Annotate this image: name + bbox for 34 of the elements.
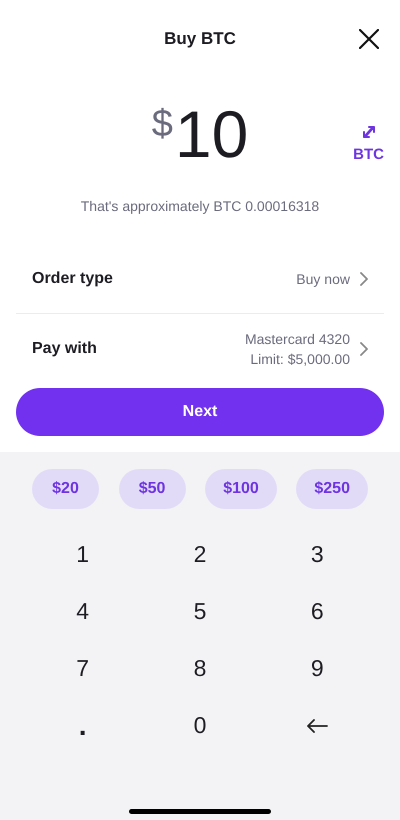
row-value: Buy now bbox=[296, 270, 350, 288]
keypad-key[interactable]: 0 bbox=[141, 697, 259, 754]
keypad-key[interactable]: 3 bbox=[258, 526, 376, 583]
currency-toggle[interactable]: BTC bbox=[353, 123, 384, 162]
preset-amount-chip[interactable]: $20 bbox=[32, 469, 99, 509]
row-label: Pay with bbox=[32, 339, 97, 359]
screen-title: Buy BTC bbox=[164, 28, 236, 50]
row-value: Limit: $5,000.00 bbox=[250, 350, 350, 369]
currency-symbol: $ bbox=[152, 105, 173, 143]
row-label: Order type bbox=[32, 268, 113, 288]
chevron-right-icon bbox=[360, 342, 368, 356]
preset-amount-chip[interactable]: $100 bbox=[205, 469, 277, 509]
row-value: Mastercard 4320 bbox=[244, 330, 350, 349]
close-button[interactable] bbox=[356, 26, 382, 52]
backspace-arrow-icon bbox=[306, 718, 328, 732]
approximation-text: That's approximately BTC 0.00016318 bbox=[80, 197, 320, 216]
swap-icon bbox=[360, 123, 377, 141]
keypad-key[interactable]: 7 bbox=[24, 640, 142, 697]
keypad-key[interactable]: 6 bbox=[258, 583, 376, 640]
keypad-key[interactable]: . bbox=[24, 697, 142, 754]
close-icon bbox=[359, 29, 379, 49]
amount-value: 10 bbox=[174, 101, 248, 167]
chevron-right-icon bbox=[360, 272, 368, 286]
keypad-key[interactable]: 2 bbox=[141, 526, 259, 583]
settings-row[interactable]: Order type Buy now bbox=[16, 244, 384, 314]
keypad-key[interactable]: 8 bbox=[141, 640, 259, 697]
preset-amount-chip[interactable]: $250 bbox=[296, 469, 368, 509]
keypad-key[interactable]: 1 bbox=[24, 526, 142, 583]
keypad-key[interactable]: 4 bbox=[24, 583, 142, 640]
preset-amount-chip[interactable]: $50 bbox=[118, 469, 186, 509]
settings-row[interactable]: Pay with Mastercard 4320 Limit: $5,000.00 bbox=[16, 314, 384, 384]
next-button[interactable]: Next bbox=[16, 388, 384, 436]
keypad-key[interactable]: 5 bbox=[141, 583, 259, 640]
keypad-key[interactable]: 9 bbox=[258, 640, 376, 697]
